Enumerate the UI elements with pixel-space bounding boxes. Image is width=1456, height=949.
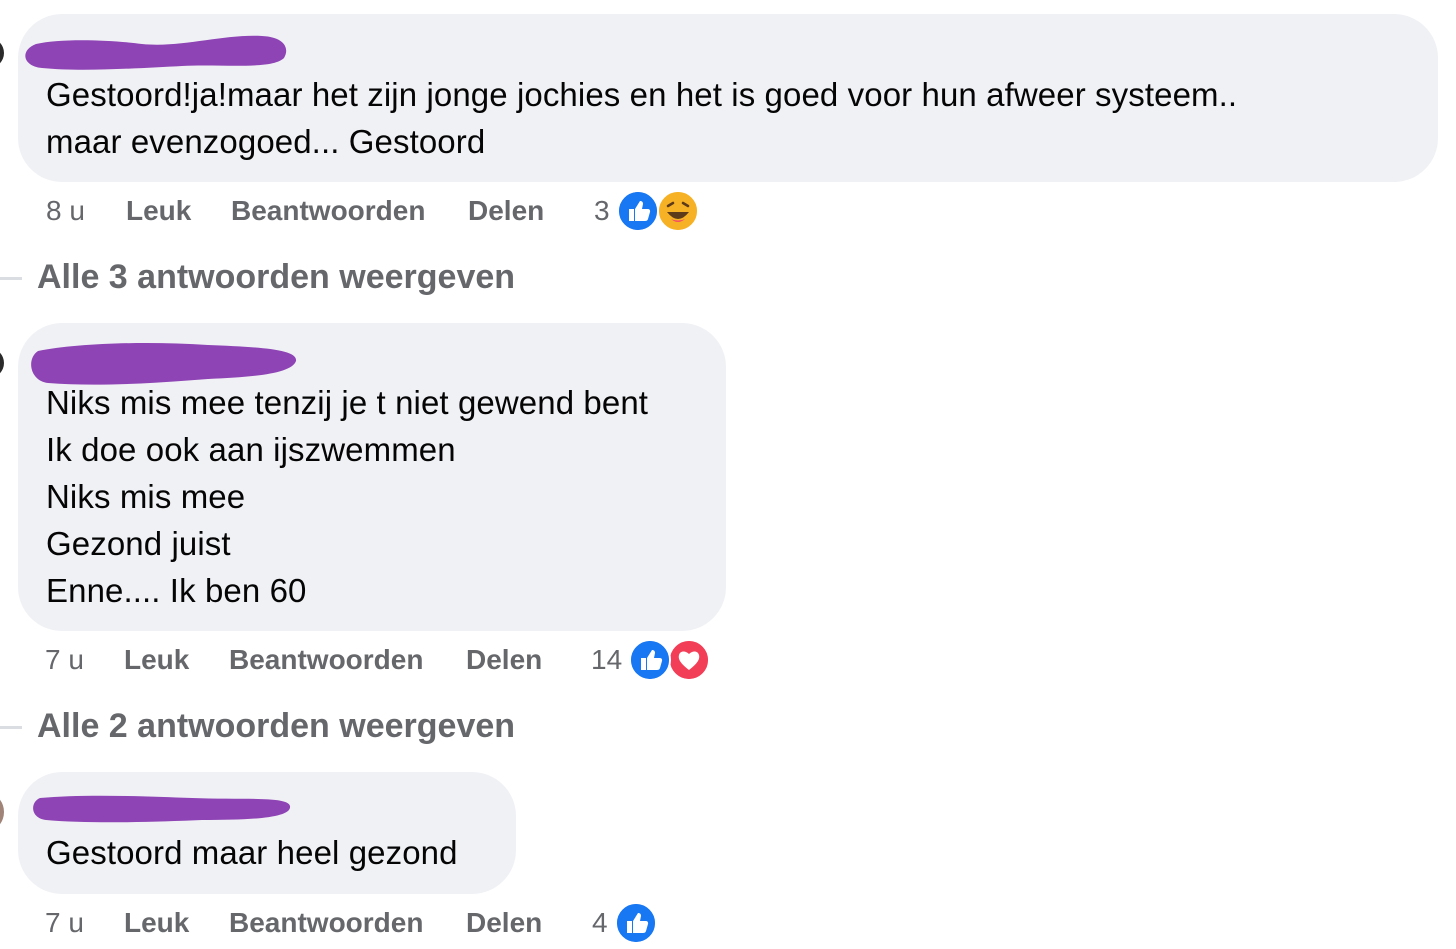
avatar[interactable]	[0, 38, 4, 68]
avatar[interactable]	[0, 794, 4, 830]
comment-text-line: Ik doe ook aan ijszwemmen	[46, 431, 456, 468]
redacted-name	[33, 795, 291, 823]
like-button[interactable]: Leuk	[126, 191, 191, 231]
comment-text-line: maar evenzogoed... Gestoord	[46, 123, 486, 160]
view-replies-label[interactable]: Alle 3 antwoorden weergeven	[37, 255, 515, 299]
reply-button[interactable]: Beantwoorden	[229, 903, 423, 943]
comment-text-line: Gestoord maar heel gezond	[46, 834, 458, 871]
timestamp[interactable]: 8 u	[46, 191, 85, 231]
share-button[interactable]: Delen	[466, 640, 542, 680]
reaction-count[interactable]: 14	[591, 640, 622, 680]
like-icon	[617, 190, 659, 232]
share-button[interactable]: Delen	[466, 903, 542, 943]
comment-actions: 7 u Leuk Beantwoorden Delen 4	[0, 902, 760, 944]
comment-text-line: Niks mis mee	[46, 478, 246, 515]
like-button[interactable]: Leuk	[124, 640, 189, 680]
reply-button[interactable]: Beantwoorden	[229, 640, 423, 680]
view-replies-link[interactable]: Alle 3 antwoorden weergeven	[0, 255, 560, 299]
comment-text-line: Niks mis mee tenzij je t niet gewend ben…	[46, 384, 649, 421]
timestamp[interactable]: 7 u	[45, 903, 84, 943]
comment-bubble: Niks mis mee tenzij je t niet gewend ben…	[18, 323, 726, 631]
comment-text-line: Gezond juist	[46, 525, 231, 562]
like-icon	[615, 902, 657, 944]
like-icon	[629, 639, 671, 681]
reply-button[interactable]: Beantwoorden	[231, 191, 425, 231]
view-replies-label[interactable]: Alle 2 antwoorden weergeven	[37, 704, 515, 748]
redacted-name	[25, 35, 287, 70]
thread-line	[0, 277, 22, 280]
love-icon	[668, 639, 710, 681]
haha-icon	[657, 190, 699, 232]
timestamp[interactable]: 7 u	[45, 640, 84, 680]
comment-text-line: Enne.... Ik ben 60	[46, 572, 307, 609]
comment-bubble: Gestoord maar heel gezond	[18, 772, 516, 894]
thread-line	[0, 726, 22, 729]
reaction-count[interactable]: 4	[592, 903, 608, 943]
reaction-count[interactable]: 3	[594, 191, 610, 231]
comment-text-line: Gestoord!ja!maar het zijn jonge jochies …	[46, 76, 1238, 113]
view-replies-link[interactable]: Alle 2 antwoorden weergeven	[0, 704, 560, 748]
comment-bubble: Gestoord!ja!maar het zijn jonge jochies …	[18, 14, 1438, 182]
comment-actions: 8 u Leuk Beantwoorden Delen 3	[0, 190, 760, 232]
avatar[interactable]	[0, 348, 4, 378]
like-button[interactable]: Leuk	[124, 903, 189, 943]
comment-actions: 7 u Leuk Beantwoorden Delen 14	[0, 639, 760, 681]
share-button[interactable]: Delen	[468, 191, 544, 231]
